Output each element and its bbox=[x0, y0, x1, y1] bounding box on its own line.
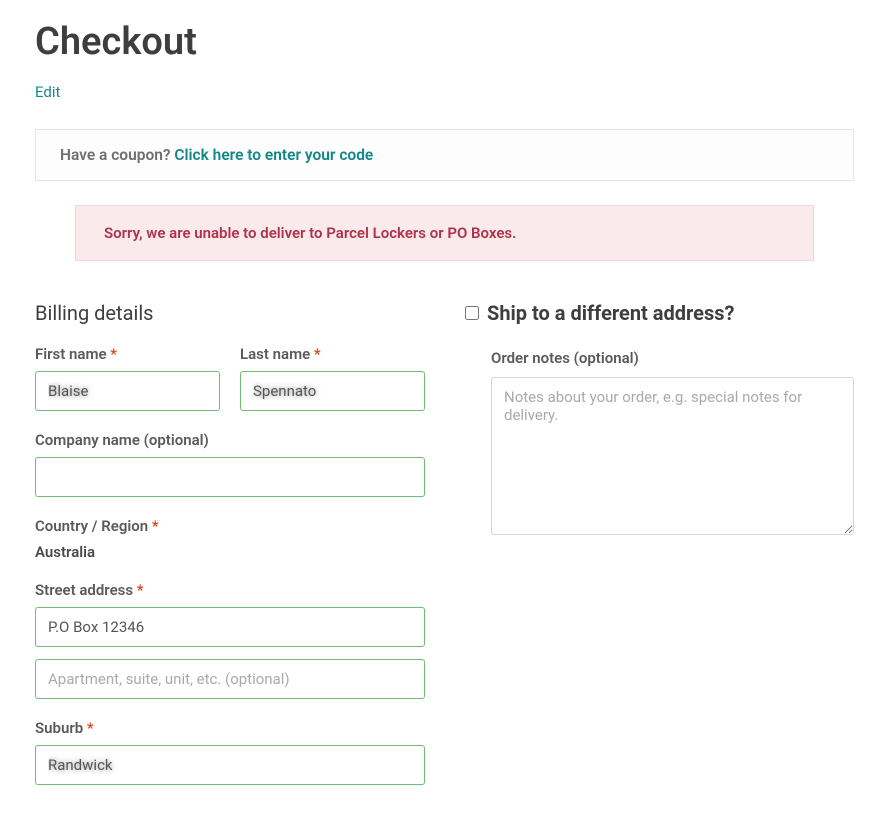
last-name-field[interactable] bbox=[240, 371, 425, 411]
ship-different-checkbox[interactable] bbox=[465, 306, 479, 320]
coupon-prompt: Have a coupon? bbox=[60, 146, 174, 164]
street-address-2-field[interactable] bbox=[35, 659, 425, 699]
last-name-label: Last name * bbox=[240, 345, 425, 363]
order-notes-field[interactable] bbox=[491, 377, 854, 535]
company-group: Company name (optional) bbox=[35, 431, 425, 497]
last-name-group: Last name * bbox=[240, 345, 425, 411]
suburb-group: Suburb * bbox=[35, 719, 425, 785]
country-label: Country / Region * bbox=[35, 517, 425, 535]
first-name-field[interactable] bbox=[35, 371, 220, 411]
order-notes-group: Order notes (optional) bbox=[465, 349, 854, 539]
error-box: Sorry, we are unable to deliver to Parce… bbox=[75, 205, 814, 261]
country-group: Country / Region * Australia bbox=[35, 517, 425, 561]
shipping-column: Ship to a different address? Order notes… bbox=[465, 301, 854, 805]
name-row: First name * Last name * bbox=[35, 345, 425, 411]
street-label: Street address * bbox=[35, 581, 425, 599]
country-value: Australia bbox=[35, 543, 425, 561]
required-marker: * bbox=[137, 581, 144, 599]
suburb-label: Suburb * bbox=[35, 719, 425, 737]
checkout-page: Checkout Edit Have a coupon? Click here … bbox=[0, 0, 889, 825]
page-title: Checkout bbox=[35, 20, 854, 64]
first-name-group: First name * bbox=[35, 345, 220, 411]
coupon-box: Have a coupon? Click here to enter your … bbox=[35, 129, 854, 181]
coupon-link[interactable]: Click here to enter your code bbox=[174, 146, 373, 164]
columns: Billing details First name * Last name *… bbox=[35, 301, 854, 805]
street-group: Street address * bbox=[35, 581, 425, 699]
billing-column: Billing details First name * Last name *… bbox=[35, 301, 425, 805]
order-notes-label: Order notes (optional) bbox=[491, 349, 854, 367]
first-name-label: First name * bbox=[35, 345, 220, 363]
edit-link[interactable]: Edit bbox=[35, 83, 60, 101]
company-label: Company name (optional) bbox=[35, 431, 425, 449]
billing-heading: Billing details bbox=[35, 301, 425, 325]
ship-heading: Ship to a different address? bbox=[487, 301, 734, 325]
required-marker: * bbox=[152, 517, 159, 535]
error-message: Sorry, we are unable to deliver to Parce… bbox=[104, 224, 516, 242]
required-marker: * bbox=[87, 719, 94, 737]
company-field[interactable] bbox=[35, 457, 425, 497]
required-marker: * bbox=[110, 345, 117, 363]
suburb-field[interactable] bbox=[35, 745, 425, 785]
ship-heading-row: Ship to a different address? bbox=[465, 301, 854, 325]
required-marker: * bbox=[314, 345, 321, 363]
street-address-1-field[interactable] bbox=[35, 607, 425, 647]
